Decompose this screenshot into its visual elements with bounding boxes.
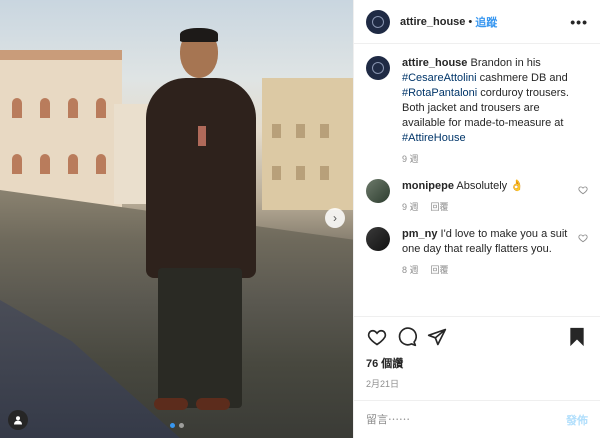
hashtag-link[interactable]: #RotaPantaloni <box>402 87 477 99</box>
building-right <box>262 78 353 210</box>
comment-icon <box>398 327 417 347</box>
author-username[interactable]: attire_house <box>400 16 465 28</box>
caption-time: 9 週 <box>402 154 419 164</box>
more-options-icon[interactable]: ••• <box>570 14 588 30</box>
post-photo[interactable]: › <box>0 0 353 438</box>
heart-icon <box>367 329 387 346</box>
header-separator: • <box>468 15 473 28</box>
comment-item: monipepe Absolutely 👌 9 週 回覆 <box>366 179 588 215</box>
like-button[interactable] <box>366 326 388 348</box>
chevron-right-icon: › <box>333 211 337 225</box>
user-tag-button[interactable] <box>8 410 28 430</box>
comment-username[interactable]: monipepe <box>402 180 454 192</box>
share-icon <box>427 328 447 346</box>
carousel-dot <box>178 423 184 428</box>
commenter-avatar[interactable] <box>366 179 390 203</box>
post-date: 2月21日 <box>366 379 400 389</box>
reply-button[interactable]: 回覆 <box>431 263 449 278</box>
post-actions: 76 個讚 2月21日 <box>354 316 600 400</box>
caption-text-part: Brandon in his <box>467 57 541 69</box>
bookmark-icon <box>570 327 584 347</box>
post-comment-button[interactable]: 發佈 <box>566 412 588 428</box>
comment-item: pm_ny I'd love to make you a suit one da… <box>366 227 588 278</box>
comments-list: attire_house Brandon in his #CesareAttol… <box>354 44 600 316</box>
comment-button[interactable] <box>396 326 418 348</box>
caption-text-part: cashmere DB and <box>476 72 568 84</box>
caption-text: attire_house Brandon in his #CesareAttol… <box>402 56 582 146</box>
share-button[interactable] <box>426 326 448 348</box>
like-comment-heart-icon[interactable] <box>578 233 588 243</box>
post-header: attire_house • 追蹤 ••• <box>354 0 600 44</box>
comment-text: Absolutely 👌 <box>456 180 524 192</box>
caption-username[interactable]: attire_house <box>402 57 467 69</box>
comment-input[interactable] <box>366 413 566 426</box>
carousel-dot-active <box>169 423 175 428</box>
likes-count[interactable]: 76 個讚 <box>366 355 588 371</box>
add-comment-bar: 發佈 <box>354 400 600 438</box>
comment-username[interactable]: pm_ny <box>402 228 437 240</box>
comment-time: 8 週 <box>402 265 419 275</box>
carousel-indicator <box>0 423 353 428</box>
author-avatar[interactable] <box>366 9 390 34</box>
user-tag-icon <box>14 416 22 425</box>
caption-avatar[interactable] <box>366 56 390 80</box>
man-in-suit <box>128 28 258 420</box>
like-comment-heart-icon[interactable] <box>578 185 588 195</box>
save-button[interactable] <box>566 326 588 348</box>
post-sidebar: attire_house • 追蹤 ••• attire_house Brand… <box>353 0 600 438</box>
hashtag-link[interactable]: #AttireHouse <box>402 132 466 144</box>
next-photo-button[interactable]: › <box>325 208 345 228</box>
action-icons <box>366 323 588 351</box>
caption: attire_house Brandon in his #CesareAttol… <box>366 56 588 167</box>
instagram-post: › attire_house • 追蹤 ••• attire_house Bra… <box>0 0 600 438</box>
hashtag-link[interactable]: #CesareAttolini <box>402 72 477 84</box>
reply-button[interactable]: 回覆 <box>431 200 449 215</box>
follow-button[interactable]: 追蹤 <box>475 14 497 30</box>
comment-time: 9 週 <box>402 202 419 212</box>
building-left <box>0 50 122 208</box>
commenter-avatar[interactable] <box>366 227 390 251</box>
